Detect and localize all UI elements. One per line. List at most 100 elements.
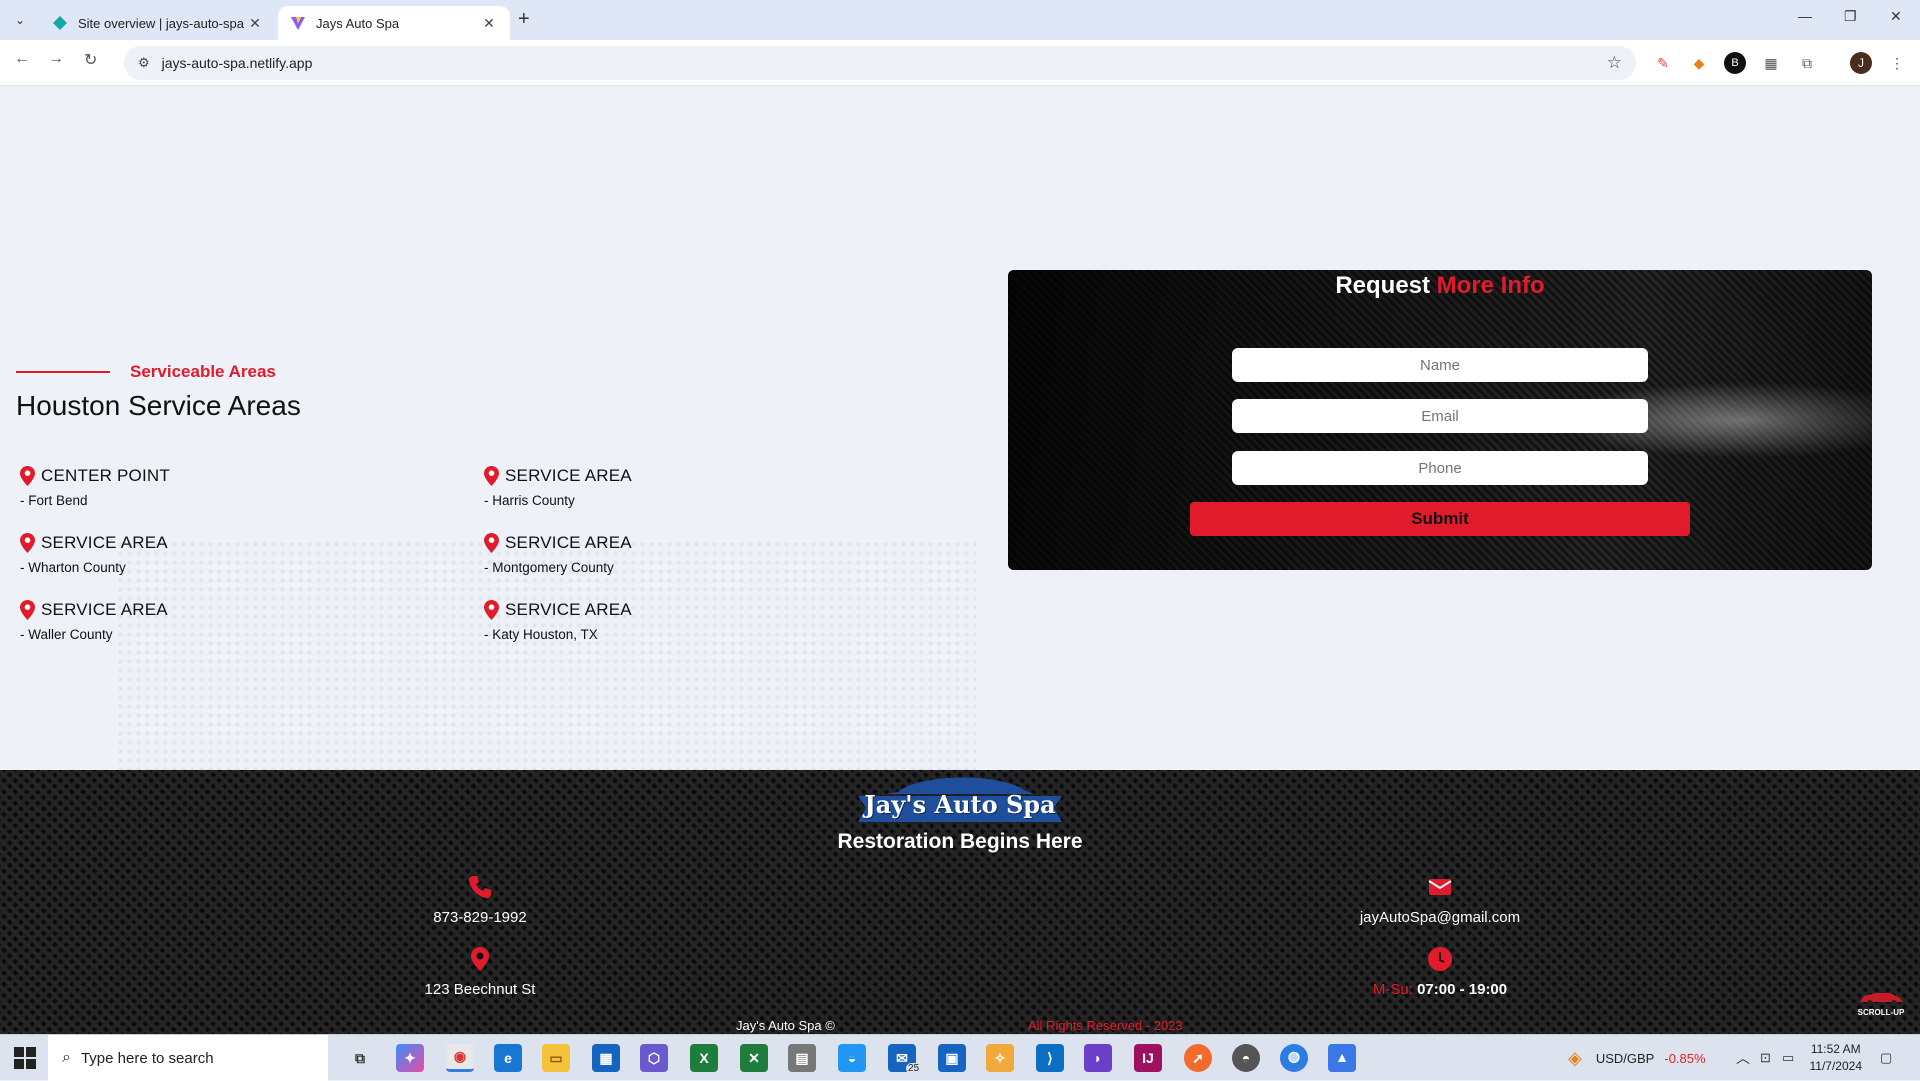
brush-app-icon[interactable]: ✧: [986, 1044, 1014, 1072]
pen-extension-icon[interactable]: ✎: [1652, 52, 1674, 74]
calculator-icon[interactable]: ▤: [788, 1044, 816, 1072]
window-app-icon[interactable]: ▣: [938, 1044, 966, 1072]
back-icon[interactable]: ←: [14, 50, 30, 68]
remote-app-icon[interactable]: ◍: [1280, 1044, 1308, 1072]
map-pin-icon: [20, 466, 35, 486]
site-footer: Jay's Auto Spa Restoration Begins Here 8…: [0, 770, 1920, 1034]
windows-start-icon[interactable]: [14, 1047, 36, 1069]
tab-title: Jays Auto Spa: [316, 15, 400, 31]
area-subtitle: - Wharton County: [20, 560, 126, 575]
area-item: SERVICE AREA - Harris County: [484, 466, 864, 508]
currency-ticker[interactable]: ◈ USD/GBP -0.85%: [1568, 1035, 1706, 1081]
hours-time: 07:00 - 19:00: [1417, 981, 1508, 998]
edge-icon[interactable]: e: [494, 1044, 522, 1072]
restore-icon[interactable]: ❐: [1844, 8, 1857, 25]
logo-text: Jay's Auto Spa: [864, 790, 1056, 819]
rights-text: All Rights Reserved - 2023: [1028, 1018, 1183, 1033]
network-icon[interactable]: ▭: [1782, 1035, 1794, 1081]
footer-email[interactable]: jayAutoSpa@gmail.com: [1290, 874, 1590, 926]
jays-auto-spa-logo[interactable]: Jay's Auto Spa: [858, 770, 1062, 832]
clock-icon: [1428, 947, 1452, 971]
area-item: SERVICE AREA - Montgomery County: [484, 533, 864, 575]
address-text: 123 Beechnut St: [424, 981, 536, 998]
footer-address[interactable]: 123 Beechnut St: [330, 946, 630, 998]
area-title: SERVICE AREA: [505, 600, 632, 619]
name-field[interactable]: [1232, 348, 1648, 382]
tab-title: Site overview | jays-auto-spa | N: [78, 15, 246, 31]
app-icon[interactable]: ⬡: [640, 1044, 668, 1072]
hours-days: M-Su:: [1372, 981, 1413, 998]
tray-chevron-icon[interactable]: ︿: [1736, 1035, 1750, 1081]
area-item: CENTER POINT - Fort Bend: [20, 466, 400, 508]
email-field[interactable]: [1232, 399, 1648, 433]
tab-site-overview[interactable]: Site overview | jays-auto-spa | N ✕: [40, 6, 276, 40]
close-tab-icon[interactable]: ✕: [480, 15, 498, 32]
phone-text: 873-829-1992: [433, 909, 527, 926]
vscode-icon[interactable]: ⟩: [1036, 1044, 1064, 1072]
close-window-icon[interactable]: ✕: [1890, 8, 1902, 25]
shield-app-icon[interactable]: ◗: [1084, 1044, 1112, 1072]
area-subtitle: - Fort Bend: [20, 493, 88, 508]
copilot-icon[interactable]: ✦: [396, 1044, 424, 1072]
area-item: SERVICE AREA - Waller County: [20, 600, 400, 642]
chrome-icon[interactable]: ◉: [446, 1044, 474, 1072]
qr-extension-icon[interactable]: ▦: [1760, 52, 1782, 74]
minimize-icon[interactable]: —: [1798, 8, 1812, 24]
browser-toolbar: ← → ↻ ⚙ jays-auto-spa.netlify.app ☆ ✎ ◆ …: [0, 40, 1920, 86]
notifications-icon[interactable]: ▢: [1880, 1035, 1892, 1081]
bookmark-star-icon[interactable]: ☆: [1607, 53, 1622, 73]
store-icon[interactable]: ▦: [592, 1044, 620, 1072]
url-text: jays-auto-spa.netlify.app: [161, 55, 313, 71]
netlify-favicon-icon: [53, 16, 67, 30]
phone-field[interactable]: [1232, 451, 1648, 485]
form-title: Request More Info: [1008, 272, 1872, 300]
submit-button[interactable]: Submit: [1190, 502, 1690, 536]
area-title: SERVICE AREA: [505, 466, 632, 485]
area-title: SERVICE AREA: [505, 533, 632, 552]
ticker-change: -0.85%: [1664, 1050, 1706, 1066]
tab-jays-auto-spa[interactable]: Jays Auto Spa ✕: [278, 6, 510, 40]
site-info-icon[interactable]: ⚙: [138, 55, 150, 71]
reload-icon[interactable]: ↻: [84, 50, 97, 70]
clock-time: 11:52 AM: [1810, 1042, 1861, 1056]
tray-device-icon[interactable]: ⊡: [1760, 1035, 1771, 1081]
footer-phone[interactable]: 873-829-1992: [330, 874, 630, 926]
postman-icon[interactable]: ➚: [1184, 1044, 1212, 1072]
tab-search-dropdown-icon[interactable]: ⌄: [8, 8, 32, 32]
request-info-form: Request More Info Submit: [1008, 270, 1872, 570]
map-pin-icon: [484, 466, 499, 486]
close-tab-icon[interactable]: ✕: [246, 15, 264, 32]
file-explorer-icon[interactable]: ▭: [542, 1044, 570, 1072]
paint-app-icon[interactable]: ▲: [1328, 1044, 1356, 1072]
clock[interactable]: 11:52 AM 11/7/2024: [1810, 1041, 1863, 1075]
profile-avatar[interactable]: J: [1850, 52, 1872, 74]
search-icon: ⌕: [62, 1049, 71, 1066]
extensions-puzzle-icon[interactable]: ⧉: [1796, 52, 1818, 74]
task-view-icon[interactable]: ⧉: [346, 1044, 374, 1072]
metamask-extension-icon[interactable]: ◆: [1688, 52, 1710, 74]
map-pin-icon: [484, 600, 499, 620]
b-extension-icon[interactable]: B: [1724, 52, 1746, 74]
browser-menu-icon[interactable]: ⋮: [1886, 52, 1908, 74]
form-title-white: Request: [1335, 272, 1430, 299]
area-title: CENTER POINT: [41, 466, 170, 485]
eyebrow-label: Serviceable Areas: [130, 362, 276, 381]
taskbar-search[interactable]: ⌕ Type here to search: [48, 1035, 328, 1081]
spreadsheet-icon[interactable]: ✕: [740, 1044, 768, 1072]
mail-icon: [1428, 879, 1452, 895]
intellij-icon[interactable]: IJ: [1134, 1044, 1162, 1072]
docker-icon[interactable]: ◒: [838, 1044, 866, 1072]
map-pin-icon: [484, 533, 499, 553]
copyright-text: Jay's Auto Spa ©: [736, 1018, 835, 1033]
ticker-pair: USD/GBP: [1595, 1050, 1655, 1066]
scroll-up-button[interactable]: SCROLL-UP: [1856, 990, 1906, 1018]
github-icon[interactable]: ◓: [1232, 1044, 1260, 1072]
address-bar[interactable]: ⚙ jays-auto-spa.netlify.app ☆: [124, 46, 1636, 80]
excel-icon[interactable]: X: [690, 1044, 718, 1072]
browser-tab-strip: ⌄ Site overview | jays-auto-spa | N ✕ Ja…: [0, 0, 1920, 40]
forward-icon[interactable]: →: [48, 50, 64, 68]
area-item: SERVICE AREA - Katy Houston, TX: [484, 600, 864, 642]
map-pin-icon: [20, 600, 35, 620]
new-tab-button[interactable]: +: [518, 8, 530, 31]
page-content: Serviceable Areas Houston Service Areas …: [0, 86, 1920, 780]
